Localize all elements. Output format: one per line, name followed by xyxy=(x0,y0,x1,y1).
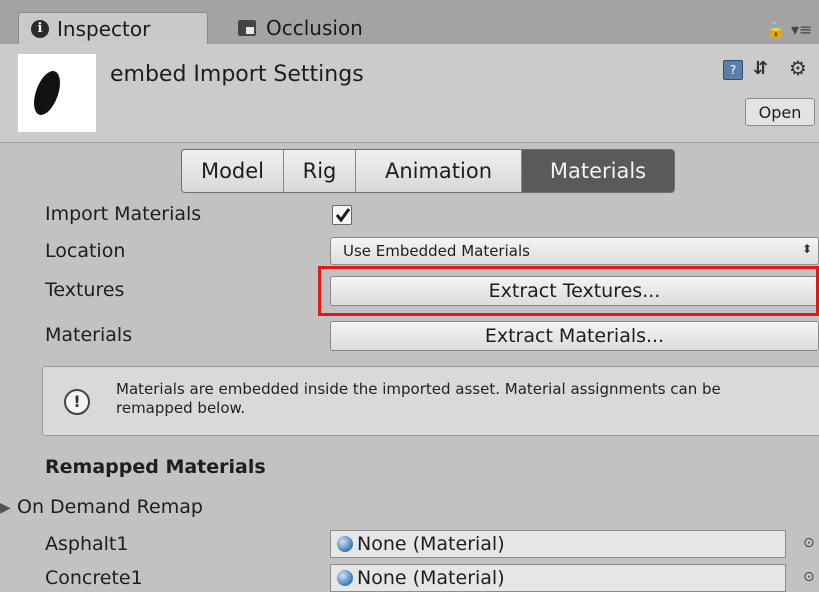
foldout-arrow-icon[interactable]: ▶ xyxy=(0,500,11,516)
gear-icon[interactable]: ⚙ xyxy=(789,56,807,80)
material-name-asphalt1: Asphalt1 xyxy=(45,533,129,555)
material-object-field[interactable]: None (Material) xyxy=(330,530,786,558)
object-picker-icon[interactable]: ⊙ xyxy=(803,535,815,551)
tab-materials[interactable]: Materials xyxy=(522,150,674,192)
object-picker-icon[interactable]: ⊙ xyxy=(803,569,815,585)
highlight-box xyxy=(318,266,819,316)
tab-inspector-label: Inspector xyxy=(57,16,151,41)
tab-inspector[interactable]: i Inspector xyxy=(18,12,208,44)
info-icon: i xyxy=(31,19,49,38)
select-arrows-icon: ⬍ xyxy=(801,242,812,256)
material-icon xyxy=(337,536,353,552)
help-text: Materials are embedded inside the import… xyxy=(116,380,721,417)
material-icon xyxy=(337,570,353,586)
lock-menu-icon[interactable]: 🔒 ▾≡ xyxy=(766,20,812,39)
import-materials-label: Import Materials xyxy=(45,203,202,225)
materials-label: Materials xyxy=(45,324,133,346)
location-select-value: Use Embedded Materials xyxy=(343,242,530,260)
info-exclamation-icon: ! xyxy=(64,389,90,415)
tab-occlusion[interactable]: Occlusion xyxy=(230,12,430,44)
remapped-materials-heading: Remapped Materials xyxy=(45,456,266,478)
extract-materials-button[interactable]: Extract Materials... xyxy=(330,321,819,351)
import-materials-checkbox[interactable] xyxy=(332,205,352,225)
on-demand-remap-foldout[interactable]: On Demand Remap xyxy=(17,496,203,518)
open-button[interactable]: Open xyxy=(745,98,815,126)
help-icon[interactable]: ? xyxy=(723,60,743,80)
tab-occlusion-label: Occlusion xyxy=(266,16,363,40)
location-select[interactable]: Use Embedded Materials ⬍ xyxy=(330,237,819,265)
occlusion-icon xyxy=(238,20,256,36)
preset-icon[interactable]: ⇵ xyxy=(753,58,768,79)
tab-animation[interactable]: Animation xyxy=(356,150,522,192)
location-label: Location xyxy=(45,240,126,262)
material-field-value: None (Material) xyxy=(357,533,505,555)
import-settings-tabs: Model Rig Animation Materials xyxy=(181,149,675,193)
page-title: embed Import Settings xyxy=(110,62,364,87)
checkmark-icon xyxy=(335,208,351,223)
material-object-field[interactable]: None (Material) xyxy=(330,564,786,592)
inspector-header xyxy=(0,44,819,143)
tab-model[interactable]: Model xyxy=(182,150,284,192)
textures-label: Textures xyxy=(45,279,125,301)
tab-rig[interactable]: Rig xyxy=(284,150,356,192)
